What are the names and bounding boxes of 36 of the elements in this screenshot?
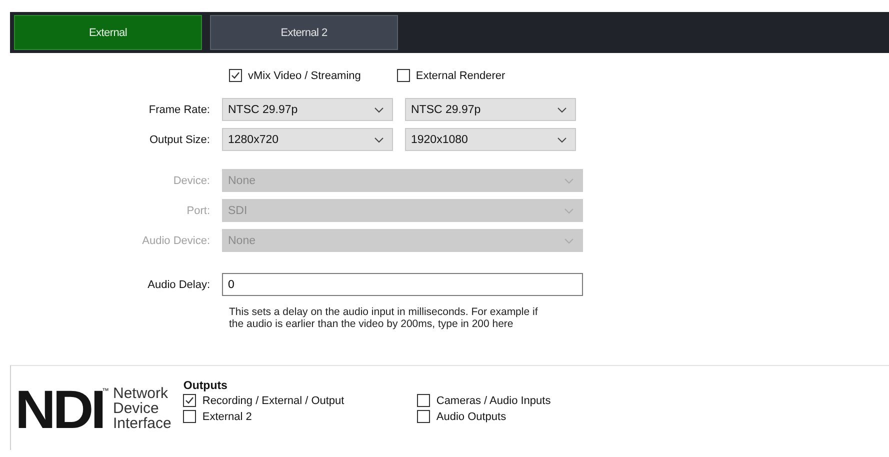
dropdown[interactable]: 1920x1080 — [405, 128, 576, 151]
caret-icon — [374, 106, 384, 112]
checkbox-label[interactable]: External 2 — [202, 410, 252, 422]
checkbox[interactable] — [183, 394, 196, 407]
tab[interactable]: External — [14, 15, 202, 50]
field-label: Audio Delay: — [146, 278, 210, 290]
caret-icon — [564, 178, 574, 184]
checkbox-label[interactable]: vMix Video / Streaming — [248, 70, 361, 82]
dropdown[interactable]: 1280x720 — [222, 128, 393, 151]
checkbox[interactable] — [417, 410, 430, 423]
field-label: Output Size: — [148, 134, 210, 146]
logo: NDI — [15, 388, 104, 432]
checkbox-label[interactable]: Audio Outputs — [436, 410, 506, 422]
checkbox-label[interactable]: Recording / External / Output — [202, 394, 344, 406]
caret-icon — [564, 208, 574, 214]
caret-icon — [374, 136, 384, 142]
caret-icon — [557, 106, 567, 112]
field-label: Port: — [186, 204, 210, 216]
field-label: Device: — [172, 174, 210, 186]
field-label: Audio Device: — [141, 234, 210, 246]
dropdown[interactable]: NTSC 29.97p — [405, 98, 576, 121]
logo-tagline: Network Device Interface — [113, 386, 172, 431]
help-text: This sets a delay on the audio input in milliseconds. For example if the audio is earlier than the video by 200ms, type in 200 here — [229, 306, 539, 330]
caret-icon — [564, 238, 574, 244]
caret-icon — [557, 136, 567, 142]
section-title: Outputs — [183, 380, 228, 392]
audio-delay-field[interactable]: 0 — [222, 273, 583, 296]
checkbox[interactable] — [417, 394, 430, 407]
field-label: Frame Rate: — [148, 104, 210, 116]
tab[interactable]: External 2 — [210, 15, 398, 50]
checkbox-label[interactable]: Cameras / Audio Inputs — [436, 394, 551, 406]
checkbox-label[interactable]: External Renderer — [416, 70, 506, 82]
checkbox[interactable] — [396, 69, 410, 82]
checkbox[interactable] — [229, 69, 242, 82]
checkbox[interactable] — [183, 410, 196, 423]
dropdown[interactable]: NTSC 29.97p — [222, 98, 393, 121]
